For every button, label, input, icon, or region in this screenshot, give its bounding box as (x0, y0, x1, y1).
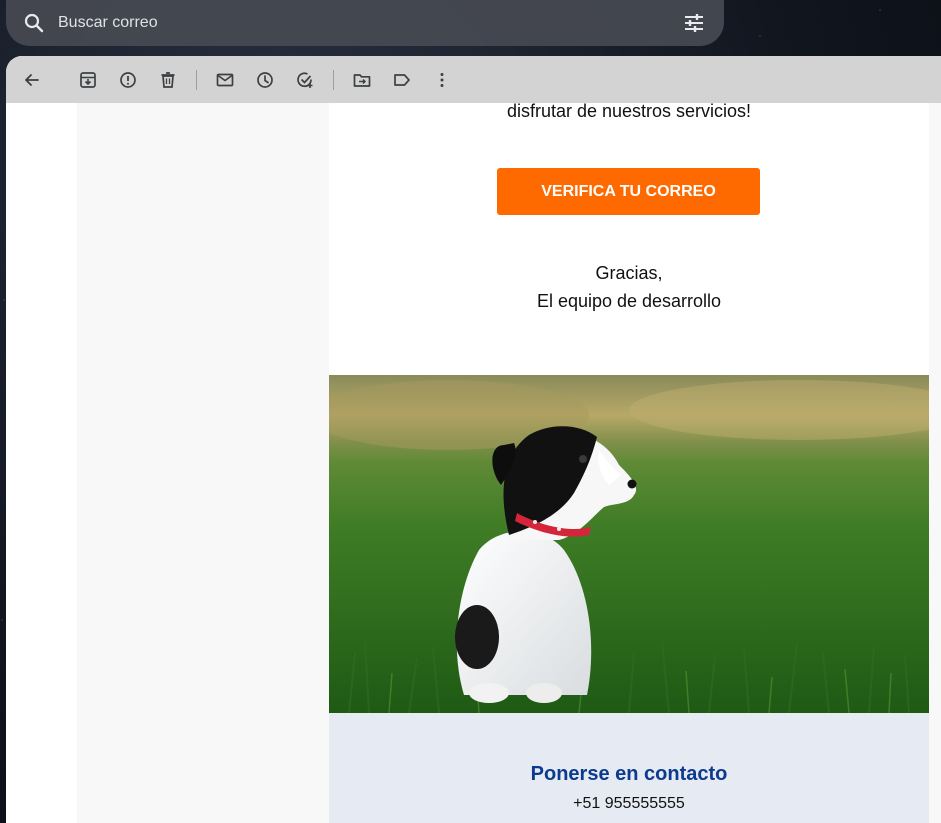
delete-button[interactable] (148, 60, 188, 100)
report-spam-button[interactable] (108, 60, 148, 100)
mark-unread-button[interactable] (205, 60, 245, 100)
report-icon (120, 71, 136, 88)
arrow-left-icon (25, 73, 39, 86)
label-icon (394, 73, 410, 86)
search-input[interactable] (56, 13, 682, 33)
archive-icon (80, 71, 96, 88)
toolbar-divider (196, 69, 197, 90)
message-body: disfrutar de nuestros servicios! VERIFIC… (6, 101, 941, 823)
email-card: disfrutar de nuestros servicios! VERIFIC… (329, 101, 929, 823)
add-to-tasks-button[interactable] (285, 60, 325, 100)
search-bar[interactable] (6, 0, 724, 46)
clock-icon (257, 71, 273, 88)
email-footer: Ponerse en contacto +51 955555555 (329, 713, 929, 823)
verify-email-button[interactable]: VERIFICA TU CORREO (497, 168, 760, 215)
task-add-icon (297, 71, 313, 88)
more-vert-icon (440, 72, 444, 87)
signoff-thanks: Gracias, (595, 263, 663, 283)
mail-reading-pane: disfrutar de nuestros servicios! VERIFIC… (6, 56, 941, 823)
archive-button[interactable] (68, 60, 108, 100)
footer-contact-title: Ponerse en contacto (530, 763, 728, 785)
puppy-photo (329, 375, 929, 713)
back-button[interactable] (12, 60, 52, 100)
move-to-button[interactable] (342, 60, 382, 100)
labels-button[interactable] (382, 60, 422, 100)
more-options-button[interactable] (422, 60, 462, 100)
trash-icon (161, 71, 175, 88)
folder-move-icon (353, 73, 371, 87)
mail-icon (216, 73, 234, 86)
intro-text: disfrutar de nuestros servicios! (506, 101, 752, 121)
toolbar-divider (333, 69, 334, 90)
signoff: Gracias, El equipo de desarrollo (329, 259, 929, 315)
email-right-margin (929, 103, 941, 823)
tune-icon[interactable] (682, 11, 706, 35)
signoff-team: El equipo de desarrollo (536, 291, 722, 311)
puppy-on-grass-image (329, 375, 929, 713)
email-left-margin (77, 103, 329, 823)
message-toolbar (6, 56, 941, 103)
search-icon[interactable] (22, 11, 46, 35)
footer-phone: +51 955555555 (573, 795, 685, 812)
snooze-button[interactable] (245, 60, 285, 100)
